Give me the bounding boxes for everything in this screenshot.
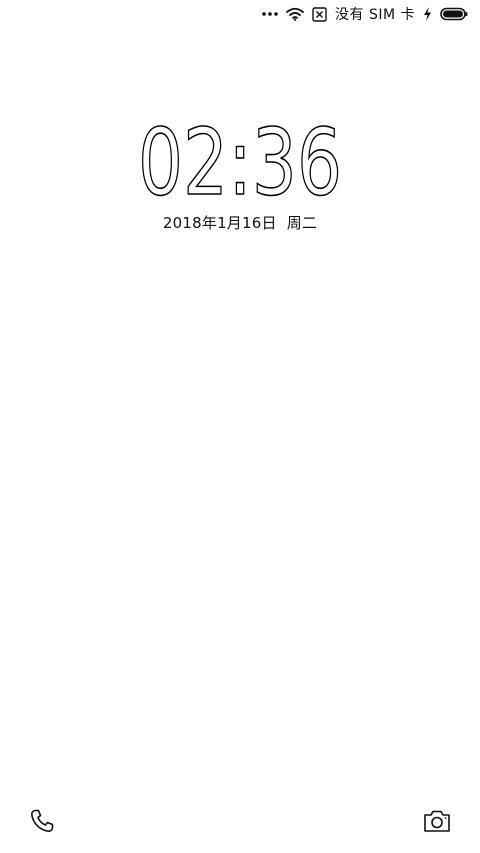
more-dots-icon	[262, 11, 278, 17]
no-sim-icon	[312, 6, 327, 22]
date-line: 2018年1月16日 周二	[0, 212, 480, 233]
lock-clock: 02:36	[0, 118, 480, 204]
phone-icon	[29, 808, 55, 834]
status-icons: 没有 SIM 卡	[262, 4, 468, 24]
weekday-text: 周二	[286, 214, 318, 232]
clock-digits: 02:36	[138, 118, 342, 204]
camera-icon	[422, 808, 452, 834]
wifi-icon	[286, 7, 304, 21]
carrier-text: 没有 SIM 卡	[335, 7, 415, 23]
charging-bolt-icon	[423, 7, 432, 21]
battery-icon	[440, 7, 468, 21]
clock-time: 02:36	[137, 118, 343, 204]
date-text: 2018年1月16日	[162, 214, 277, 232]
status-bar: 没有 SIM 卡	[0, 0, 480, 28]
phone-shortcut[interactable]	[24, 803, 60, 839]
camera-shortcut[interactable]	[419, 803, 455, 839]
